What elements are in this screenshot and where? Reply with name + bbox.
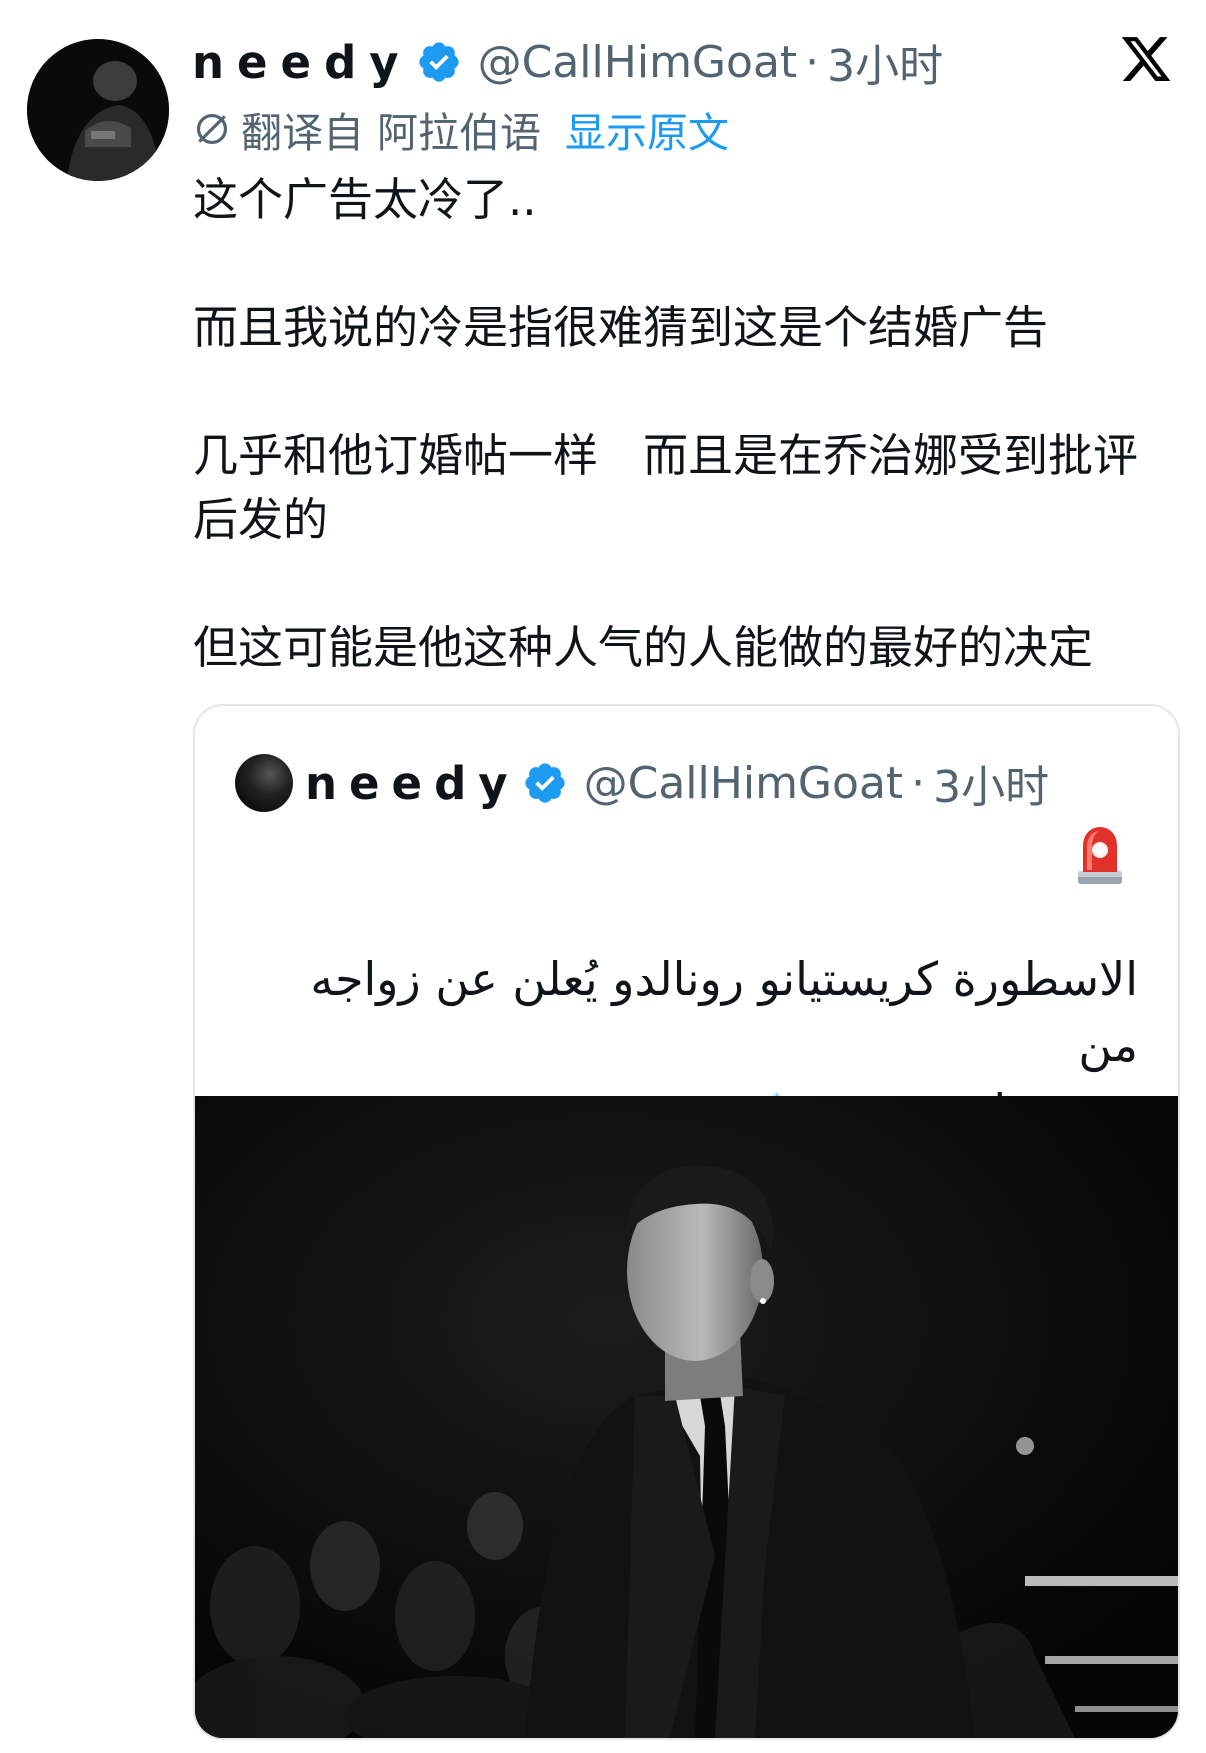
show-original-link[interactable]: 显示原文 [565,99,729,159]
author-display-name[interactable]: needy [192,36,412,89]
avatar-image [27,39,169,181]
tweet-text: 这个广告太冷了.. 而且我说的冷是指很难猜到这是个结婚广告 几乎和他订婚帖一样 … [193,168,1168,680]
quoted-author-avatar [235,754,293,812]
tweet: needy @CallHimGoat · 3小时 翻译自 阿拉伯语 显示原文 这… [0,0,1206,1753]
quoted-tweet-photo[interactable] [195,1096,1178,1738]
quoted-text-line: الاسطورة كريستيانو رونالدو يُعلن عن زواج… [310,952,1138,1072]
tweet-paragraph: 而且我说的冷是指很难猜到这是个结婚广告 [193,301,1049,354]
quoted-author-display-name: needy [305,756,520,810]
separator-dot: · [805,36,820,88]
separator-dot: · [911,757,926,809]
translation-row: 翻译自 阿拉伯语 显示原文 [193,100,729,158]
author-handle[interactable]: @CallHimGoat [478,37,798,88]
tweet-paragraph: 几乎和他订婚帖一样 而且是在乔治娜受到批评后发的 [193,429,1139,546]
quoted-tweet-header: needy @CallHimGoat · 3小时 [235,751,1049,815]
author-avatar[interactable] [27,39,169,181]
x-logo-icon[interactable] [1119,32,1173,86]
tweet-header: needy @CallHimGoat · 3小时 [192,30,943,94]
translated-from-label: 翻译自 阿拉伯语 [241,109,542,157]
verified-badge-icon [524,763,565,803]
quoted-timestamp: 3小时 [933,762,1050,813]
tweet-paragraph: 这个广告太冷了.. [193,173,537,226]
quoted-author-handle: @CallHimGoat [583,757,904,809]
timestamp[interactable]: 3小时 [827,30,943,94]
rotating-light-emoji [1078,827,1122,884]
tweet-paragraph: 但这可能是他这种人气的人能做的最好的决定 [193,621,1094,674]
globe-slash-icon [196,113,228,145]
quoted-tweet-card[interactable]: needy @CallHimGoat · 3小时 الاسطورة كريستي… [193,704,1180,1740]
photo-image [195,1096,1178,1738]
verified-badge-icon [418,42,459,82]
